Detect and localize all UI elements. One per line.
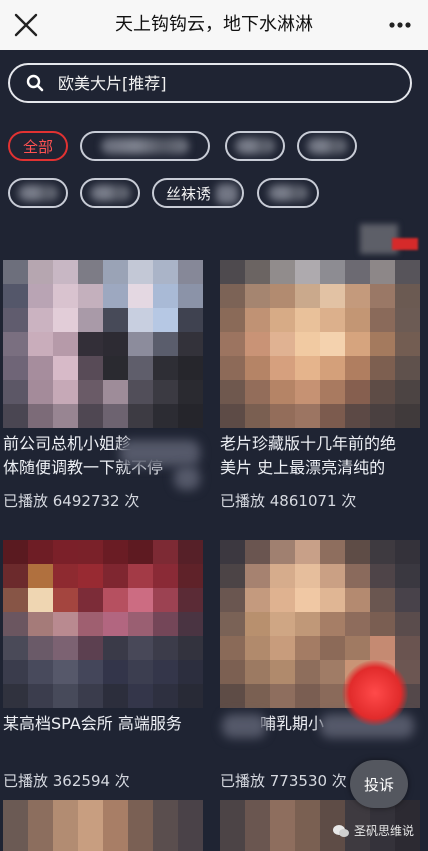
video-title[interactable]: 某高档SPA会所 高端服务 (3, 712, 203, 760)
video-card[interactable]: 老片珍藏版十几年前的绝 美片 史上最漂亮清纯的 已播放 4861071 次 (220, 260, 420, 511)
play-count: 已播放 4861071 次 (220, 492, 357, 510)
play-count: 已播放 362594 次 (3, 772, 130, 790)
top-bar: 天上钩钩云，地下水淋淋 (0, 0, 428, 50)
pixelated-image (3, 540, 203, 708)
pixelated-image (3, 260, 203, 428)
search-bar[interactable] (8, 63, 412, 103)
redacted-label (267, 185, 309, 201)
redacted-text (174, 466, 200, 490)
wechat-icon (332, 824, 349, 837)
redacted-text (120, 440, 200, 466)
category-chip[interactable] (8, 178, 68, 208)
video-title[interactable]: 老片珍藏版十几年前的绝 美片 史上最漂亮清纯的 (220, 432, 420, 480)
play-count: 已播放 6492732 次 (3, 492, 140, 510)
category-chip-label: 丝袜诱 (166, 184, 212, 203)
watermark-text: 圣矾思维说 (353, 824, 414, 838)
category-chip-all[interactable]: 全部 (8, 131, 68, 161)
report-label: 投诉 (363, 775, 394, 794)
search-icon (26, 74, 44, 92)
video-thumbnail-partial[interactable] (3, 800, 203, 851)
watermark: 圣矾思维说 (332, 822, 414, 839)
redacted-text (222, 714, 266, 738)
redacted-label (216, 184, 238, 204)
category-chip-partial[interactable]: 丝袜诱 (152, 178, 244, 208)
category-chip[interactable] (80, 131, 210, 161)
redacted-label (18, 185, 58, 201)
redacted-label (307, 138, 347, 154)
pixelated-image (220, 260, 420, 428)
redacted-label (235, 138, 275, 154)
report-button[interactable]: 投诉 (350, 760, 408, 808)
more-dots-icon (389, 22, 411, 28)
category-chip[interactable] (297, 131, 357, 161)
category-chip[interactable] (257, 178, 319, 208)
redacted-label (90, 185, 130, 201)
video-thumbnail[interactable] (3, 260, 203, 428)
category-chip[interactable] (80, 178, 140, 208)
pixelated-image (3, 800, 203, 851)
search-input[interactable] (56, 72, 380, 94)
video-thumbnail[interactable] (220, 260, 420, 428)
filter-indicator (360, 224, 418, 254)
red-overlay-mark (342, 660, 408, 726)
video-card[interactable]: 前公司总机小姐趁 体随便调教一下就不停 已播放 6492732 次 (3, 260, 203, 511)
redacted-label (100, 138, 190, 154)
video-thumbnail[interactable] (3, 540, 203, 708)
category-chip-label: 全部 (22, 137, 53, 156)
more-options-button[interactable] (382, 7, 418, 43)
video-card[interactable]: 某高档SPA会所 高端服务 已播放 362594 次 (3, 540, 203, 791)
category-chip[interactable] (225, 131, 285, 161)
page-title: 天上钩钩云，地下水淋淋 (115, 14, 313, 35)
